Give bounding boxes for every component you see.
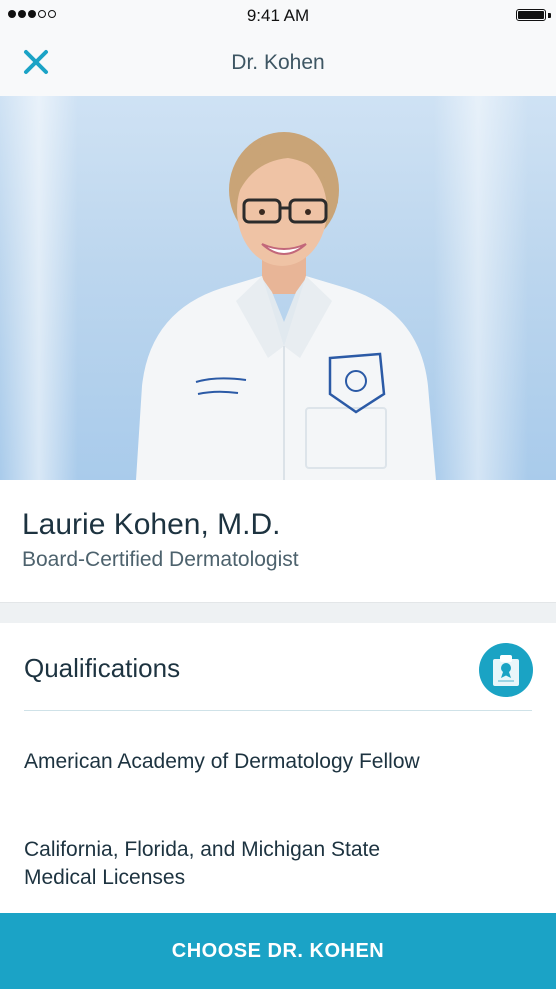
choose-doctor-label: CHOOSE DR. KOHEN [171,939,385,962]
battery-icon [516,9,546,21]
nav-bar: Dr. Kohen [0,30,556,97]
doctor-name: Laurie Kohen, M.D. [22,508,281,541]
doctor-portrait-illustration [136,132,436,480]
battery-level [518,11,544,19]
certificate-button[interactable] [479,643,533,697]
doctor-info: Laurie Kohen, M.D. Board-Certified Derma… [0,480,556,602]
status-time: 9:41 AM [246,6,310,25]
section-title: Qualifications [24,653,181,683]
certificate-icon [493,655,519,686]
qualifications-section: Qualifications American Academy of Derma… [0,623,556,913]
battery-nub [548,13,551,18]
doctor-specialty: Board-Certified Dermatologist [22,548,299,571]
divider [24,710,532,711]
page-title: Dr. Kohen [231,51,325,74]
status-bar: 9:41 AM [0,0,556,30]
qualification-item: American Academy of Dermatology Fellow [24,750,420,773]
choose-doctor-button[interactable]: CHOOSE DR. KOHEN [0,913,556,989]
qualification-item: California, Florida, and Michigan State … [24,838,381,889]
doctor-photo [0,96,556,480]
section-separator [0,602,556,624]
